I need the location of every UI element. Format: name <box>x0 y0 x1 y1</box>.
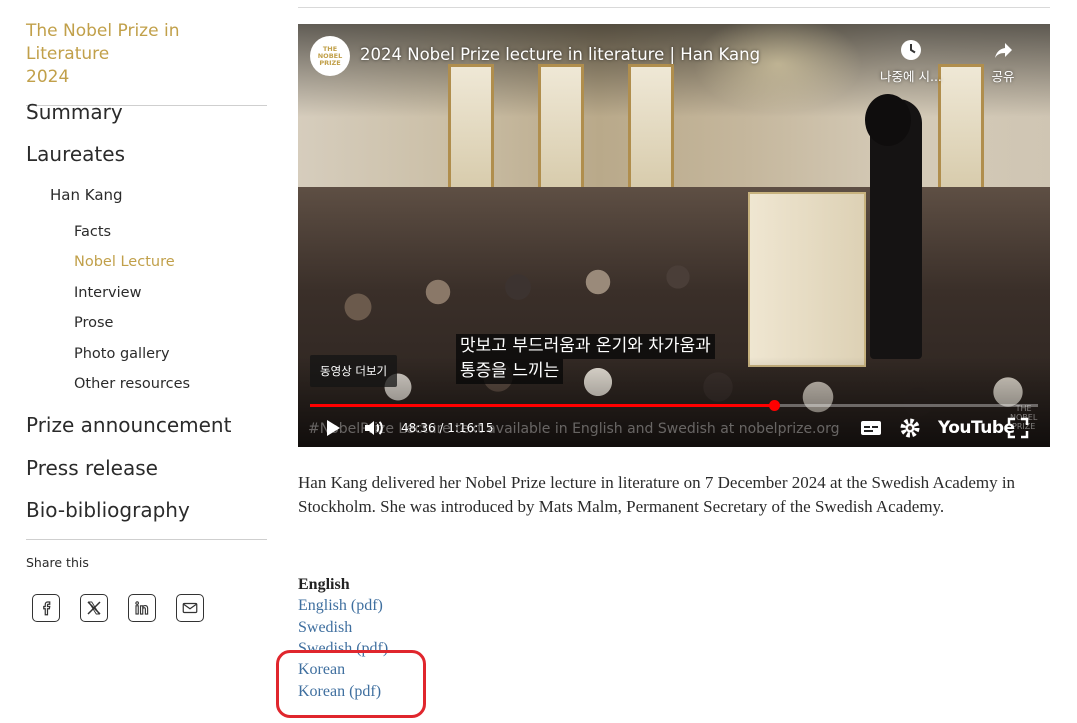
subtitle-line-2: 통증을 느끼는 <box>456 359 564 384</box>
channel-logo[interactable]: THE NOBEL PRIZE <box>310 36 350 76</box>
prize-title-line2: 2024 <box>26 67 70 87</box>
sidebar: The Nobel Prize in Literature 2024 Summa… <box>26 20 267 622</box>
play-button[interactable] <box>320 416 344 445</box>
volume-icon <box>365 421 383 435</box>
top-divider <box>298 7 1050 8</box>
progress-scrubber[interactable] <box>769 400 780 411</box>
prize-title-link[interactable]: The Nobel Prize in Literature 2024 <box>26 20 267 106</box>
watch-later-label: 나중에 시... <box>880 69 942 84</box>
nav-prize-announcement[interactable]: Prize announcement <box>26 413 231 437</box>
captions-icon <box>861 421 881 435</box>
nav-press-release[interactable]: Press release <box>26 456 158 480</box>
channel-logo-line3: PRIZE <box>319 58 341 67</box>
share-icons <box>32 594 204 622</box>
nav-summary[interactable]: Summary <box>26 100 123 124</box>
fullscreen-icon <box>1007 417 1029 439</box>
nav-other-resources[interactable]: Other resources <box>74 376 190 392</box>
share-video-label: 공유 <box>991 69 1015 84</box>
nav-laureates[interactable]: Laureates <box>26 142 125 166</box>
nav-prose[interactable]: Prose <box>74 315 113 331</box>
video-title[interactable]: 2024 Nobel Prize lecture in literature |… <box>360 45 760 64</box>
fullscreen-button[interactable] <box>1006 416 1030 445</box>
clock-icon <box>900 40 921 60</box>
video-controls: #NobelPrize Lecture text available in En… <box>298 412 1050 446</box>
podium <box>748 192 866 367</box>
video-player[interactable]: THE NOBEL PRIZE 2024 Nobel Prize lecture… <box>298 24 1050 447</box>
mail-icon[interactable] <box>176 594 204 622</box>
share-video-button[interactable]: 공유 <box>991 38 1015 85</box>
subtitle-line-1: 맛보고 부드러움과 온기와 차가움과 <box>456 334 715 359</box>
sidebar-divider <box>26 539 267 540</box>
x-icon[interactable] <box>80 594 108 622</box>
progress-fill <box>310 404 774 407</box>
video-watermark-text: #NobelPrize Lecture text available in En… <box>308 421 840 437</box>
share-label: Share this <box>26 555 89 570</box>
facebook-icon[interactable] <box>32 594 60 622</box>
korean-links-highlight <box>276 650 426 718</box>
linkedin-icon[interactable] <box>128 594 156 622</box>
volume-button[interactable] <box>362 416 386 445</box>
gear-icon <box>900 418 920 438</box>
watch-later-button[interactable]: 나중에 시... <box>880 38 942 85</box>
share-arrow-icon <box>995 43 1012 58</box>
play-icon <box>327 420 340 436</box>
nav-facts[interactable]: Facts <box>74 224 111 240</box>
video-subtitles: 맛보고 부드러움과 온기와 차가움과 통증을 느끼는 <box>456 334 715 384</box>
nav-photo-gallery[interactable]: Photo gallery <box>74 346 170 362</box>
more-videos-button[interactable]: 동영상 더보기 <box>310 355 398 387</box>
nav-interview[interactable]: Interview <box>74 285 141 301</box>
downloads-heading: English <box>298 576 350 593</box>
progress-bar[interactable] <box>310 400 1038 411</box>
video-time: 48:36 / 1:16:15 <box>401 421 494 435</box>
nav-bio-bibliography[interactable]: Bio-bibliography <box>26 498 190 522</box>
prize-title-line1: The Nobel Prize in Literature <box>26 21 180 64</box>
nav-laureate-han-kang[interactable]: Han Kang <box>50 186 123 204</box>
nav-nobel-lecture[interactable]: Nobel Lecture <box>74 254 175 270</box>
speaker-head <box>865 94 911 146</box>
subtitles-button[interactable] <box>859 416 883 445</box>
lecture-intro-text: Han Kang delivered her Nobel Prize lectu… <box>298 473 1016 516</box>
settings-button[interactable] <box>898 416 922 445</box>
youtube-link[interactable]: YouTube <box>938 418 1015 438</box>
link-swedish[interactable]: Swedish <box>298 619 352 637</box>
link-english-pdf[interactable]: English (pdf) <box>298 597 383 615</box>
